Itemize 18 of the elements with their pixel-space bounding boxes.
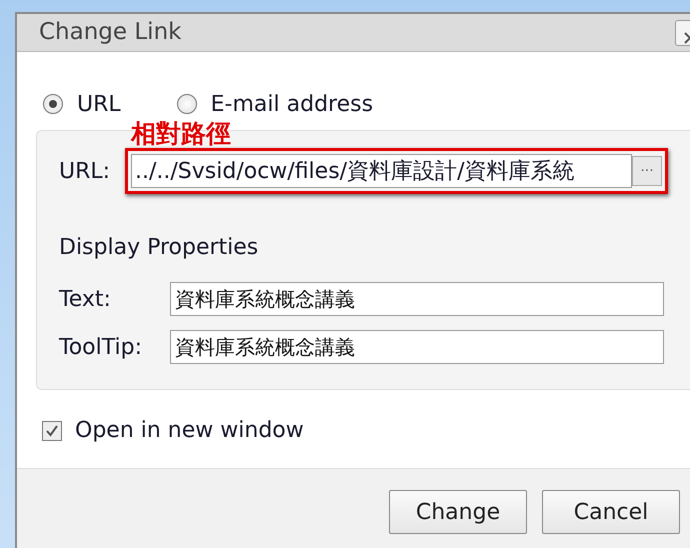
radio-button[interactable] (176, 94, 197, 114)
annotation-label: 相對路徑 (131, 118, 231, 150)
url-field[interactable]: ../../Svsid/ocw/files/資料庫設計/資料庫系統 (131, 154, 632, 188)
url-label: URL: (59, 158, 112, 186)
text-field[interactable]: 資料庫系統概念講義 (170, 330, 664, 364)
field-label: ToolTip: (59, 334, 143, 362)
radio-button[interactable] (43, 94, 63, 114)
section-heading: Display Properties (59, 234, 260, 262)
checkbox[interactable] (42, 420, 62, 440)
browse-button[interactable]: ··· (632, 156, 662, 186)
dialog-button[interactable]: Change (389, 490, 527, 534)
radio-label: E-mail address (210, 90, 374, 118)
checkbox-label: Open in new window (75, 417, 304, 445)
radio-label: URL (77, 90, 121, 118)
text-field[interactable]: 資料庫系統概念講義 (170, 282, 664, 316)
dialog-button[interactable]: Cancel (542, 490, 680, 534)
window-title: Change Link (39, 18, 182, 48)
field-label: Text: (59, 286, 112, 314)
